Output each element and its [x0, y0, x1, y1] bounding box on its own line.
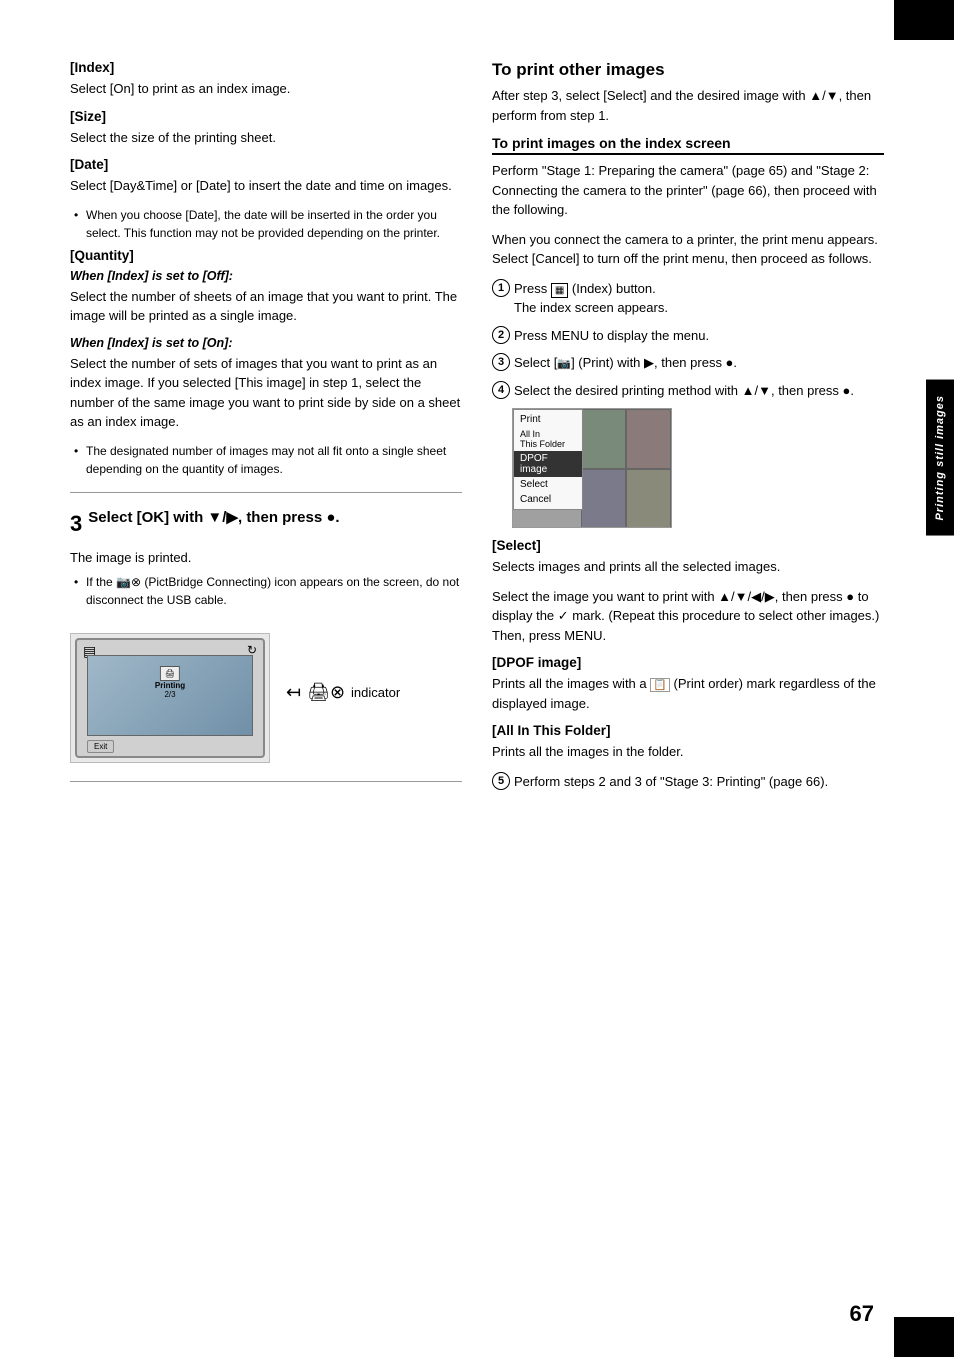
step-2-content: Press MENU to display the menu.: [514, 326, 884, 346]
step3-body: The image is printed.: [70, 548, 462, 568]
print-order-icon: 📋: [650, 678, 670, 692]
print-other-section: To print other images After step 3, sele…: [492, 60, 884, 125]
printing-count: 2/3: [155, 690, 185, 699]
step-circle-2: 2: [492, 326, 510, 344]
select-body2: Select the image you want to print with …: [492, 587, 884, 646]
step3-title-text: Select [OK] with ▼/▶, then press ●.: [88, 509, 339, 526]
select-section: [Select] Selects images and prints all t…: [492, 538, 884, 645]
index-button-icon: ▦: [551, 283, 568, 298]
size-title: [Size]: [70, 109, 462, 124]
size-body: Select the size of the printing sheet.: [70, 128, 462, 148]
quantity-on-body: Select the number of sets of images that…: [70, 354, 462, 432]
all-in-folder-title: [All In This Folder]: [492, 723, 884, 738]
bottom-black-bar: [894, 1317, 954, 1357]
step-row-2: 2 Press MENU to display the menu.: [492, 326, 884, 346]
camera-screen-container: ▤ ↻ 🖨 Printing 2/3: [70, 633, 270, 763]
dpof-title: [DPOF image]: [492, 655, 884, 670]
step-4-content: Select the desired printing method with …: [514, 381, 884, 401]
quantity-on-heading: When [Index] is set to [On]:: [70, 336, 462, 350]
divider-1: [70, 492, 462, 493]
print-index-intro: Perform "Stage 1: Preparing the camera" …: [492, 161, 884, 220]
print-index-heading: To print images on the index screen: [492, 135, 884, 155]
exit-button[interactable]: Exit: [87, 740, 114, 753]
pictbridge-icon: 🖨⊗: [307, 682, 345, 703]
step3-title: 3 Select [OK] with ▼/▶, then press ●.: [70, 507, 462, 540]
menu-photo-3: [581, 469, 626, 528]
main-content: [Index] Select [On] to print as an index…: [70, 60, 884, 799]
camera-display: ▤ ↻ 🖨 Printing 2/3: [70, 621, 462, 763]
step-row-1: 1 Press ▦ (Index) button. The index scre…: [492, 279, 884, 318]
sidebar-label: Printing still images: [926, 380, 954, 536]
dpof-section: [DPOF image] Prints all the images with …: [492, 655, 884, 713]
step-1-content: Press ▦ (Index) button. The index screen…: [514, 279, 884, 318]
index-section: [Index] Select [On] to print as an index…: [70, 60, 462, 99]
step-circle-5: 5: [492, 772, 510, 790]
step-circle-4: 4: [492, 381, 510, 399]
print-other-heading: To print other images: [492, 60, 884, 80]
divider-2: [70, 781, 462, 782]
menu-item-print[interactable]: Print: [514, 412, 582, 427]
top-black-bar: [894, 0, 954, 40]
date-section: [Date] Select [Day&Time] or [Date] to in…: [70, 157, 462, 242]
page-number: 67: [850, 1301, 874, 1327]
camera-outer: ▤ ↻ 🖨 Printing 2/3: [75, 638, 265, 758]
step-circle-1: 1: [492, 279, 510, 297]
menu-photo-2: [626, 409, 671, 469]
menu-item-allin[interactable]: All InThis Folder: [514, 427, 582, 451]
step-5-content: Perform steps 2 and 3 of "Stage 3: Print…: [514, 772, 884, 792]
date-bullet: When you choose [Date], the date will be…: [70, 206, 462, 242]
quantity-off-heading: When [Index] is set to [Off]:: [70, 269, 462, 283]
menu-item-cancel[interactable]: Cancel: [514, 492, 582, 507]
select-title: [Select]: [492, 538, 884, 553]
step-3-content: Select [📷] (Print) with ▶, then press ●.: [514, 353, 884, 373]
step-row-4: 4 Select the desired printing method wit…: [492, 381, 884, 401]
dpof-body: Prints all the images with a 📋 (Print or…: [492, 674, 884, 713]
step-row-5: 5 Perform steps 2 and 3 of "Stage 3: Pri…: [492, 772, 884, 792]
printing-icon: 🖨: [160, 666, 180, 681]
page: Printing still images [Index] Select [On…: [0, 0, 954, 1357]
menu-item-dpof[interactable]: DPOF image: [514, 451, 582, 477]
menu-image: Print All InThis Folder DPOF image Selec…: [512, 408, 672, 528]
right-column: To print other images After step 3, sele…: [492, 60, 884, 799]
step-row-3: 3 Select [📷] (Print) with ▶, then press …: [492, 353, 884, 373]
quantity-section: [Quantity] When [Index] is set to [Off]:…: [70, 248, 462, 478]
print-index-section: To print images on the index screen Perf…: [492, 135, 884, 528]
print-other-body: After step 3, select [Select] and the de…: [492, 86, 884, 125]
camera-inner-screen: 🖨 Printing 2/3: [87, 655, 253, 736]
arrow-icon: ↤: [286, 682, 301, 703]
size-section: [Size] Select the size of the printing s…: [70, 109, 462, 148]
index-title: [Index]: [70, 60, 462, 75]
indicator-container: ↤ 🖨⊗ indicator: [286, 682, 400, 703]
quantity-on-bullet: The designated number of images may not …: [70, 442, 462, 478]
step-circle-3: 3: [492, 353, 510, 371]
all-in-folder-section: [All In This Folder] Prints all the imag…: [492, 723, 884, 762]
all-in-folder-body: Prints all the images in the folder.: [492, 742, 884, 762]
quantity-off-body: Select the number of sheets of an image …: [70, 287, 462, 326]
left-column: [Index] Select [On] to print as an index…: [70, 60, 462, 799]
select-body1: Selects images and prints all the select…: [492, 557, 884, 577]
menu-overlay: Print All InThis Folder DPOF image Selec…: [513, 409, 583, 510]
print-index-body2: When you connect the camera to a printer…: [492, 230, 884, 269]
step3-section: 3 Select [OK] with ▼/▶, then press ●. Th…: [70, 507, 462, 764]
menu-photos: [581, 409, 671, 528]
step3-bullet: If the 📷⊗ (PictBridge Connecting) icon a…: [70, 573, 462, 609]
date-body: Select [Day&Time] or [Date] to insert th…: [70, 176, 462, 196]
indicator-text: indicator: [351, 685, 400, 700]
menu-photo-4: [626, 469, 671, 528]
menu-item-select[interactable]: Select: [514, 477, 582, 492]
index-body: Select [On] to print as an index image.: [70, 79, 462, 99]
printing-label: Printing: [155, 681, 185, 690]
menu-photo-1: [581, 409, 626, 469]
printing-progress: 🖨 Printing 2/3: [155, 664, 185, 699]
date-title: [Date]: [70, 157, 462, 172]
quantity-title: [Quantity]: [70, 248, 462, 263]
step3-number: 3: [70, 507, 82, 540]
